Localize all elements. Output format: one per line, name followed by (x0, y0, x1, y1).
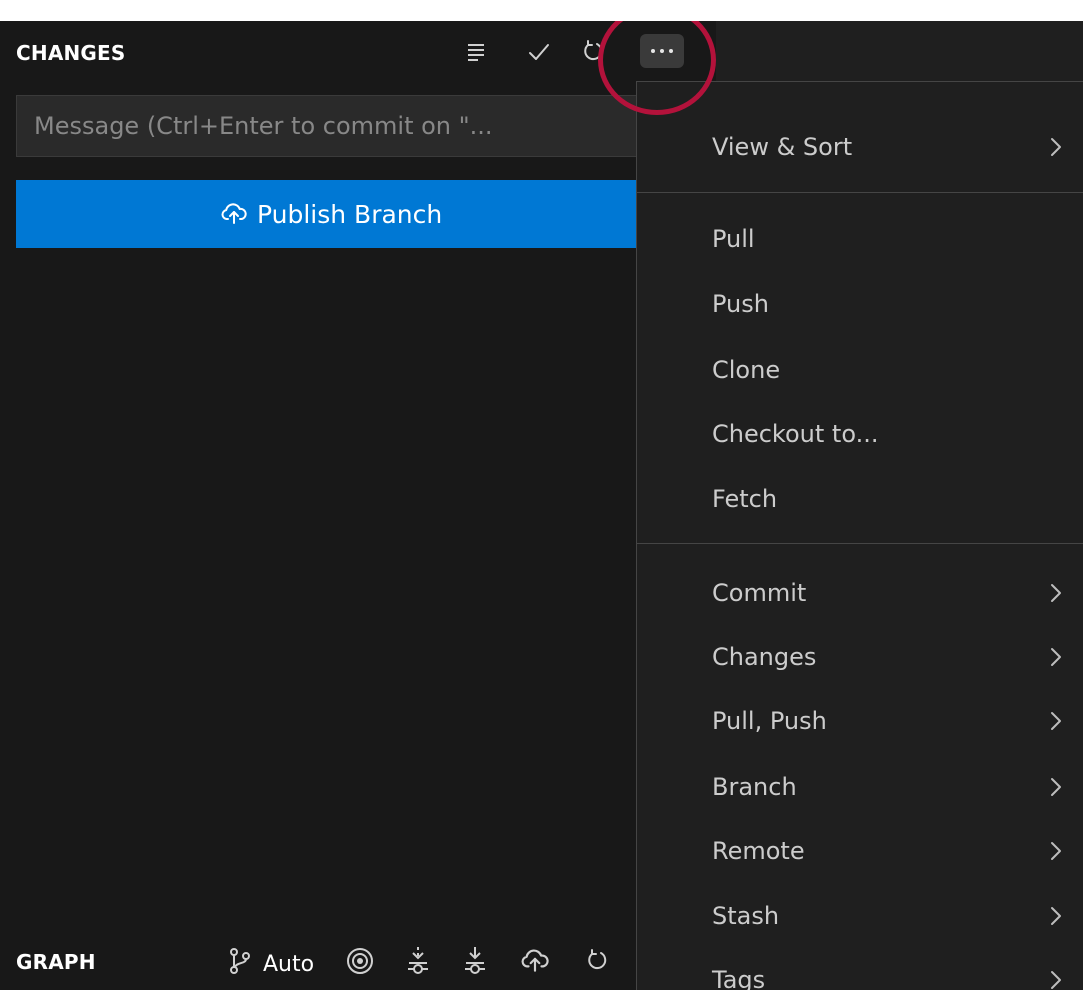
publish-branch-button[interactable]: Publish Branch (16, 180, 716, 248)
publish-branch-label: Publish Branch (257, 199, 443, 229)
chevron-right-icon (1047, 579, 1065, 607)
menu-item-fetch[interactable]: Fetch (637, 469, 1083, 529)
fetch-icon[interactable] (455, 941, 495, 981)
menu-item-changes[interactable]: Changes (637, 627, 1083, 687)
chevron-right-icon (1047, 902, 1065, 930)
branch-mode-label[interactable]: Auto (263, 952, 314, 977)
menu-item-clone[interactable]: Clone (637, 340, 1083, 400)
chevron-right-icon (1047, 643, 1065, 671)
menu-item-stash[interactable]: Stash (637, 886, 1083, 946)
menu-item-checkout[interactable]: Checkout to... (637, 404, 1083, 464)
git-actions-menu: View & Sort Pull Push Clone Checkout to.… (636, 81, 1083, 990)
chevron-right-icon (1047, 133, 1065, 161)
graph-section-header: GRAPH Auto (0, 933, 716, 990)
chevron-right-icon (1047, 773, 1065, 801)
menu-item-remote[interactable]: Remote (637, 821, 1083, 881)
commit-message-input[interactable] (16, 95, 716, 157)
menu-item-push[interactable]: Push (637, 274, 1083, 334)
pull-icon[interactable] (398, 941, 438, 981)
check-icon[interactable] (521, 34, 557, 70)
menu-separator (637, 543, 1083, 544)
menu-item-view-sort[interactable]: View & Sort (637, 117, 1083, 177)
more-actions-button[interactable] (640, 34, 684, 68)
chevron-right-icon (1047, 837, 1065, 865)
menu-separator (637, 192, 1083, 193)
source-control-window: CHANGES Message (Ctrl+Enter to commit on… (0, 21, 1083, 990)
menu-item-tags[interactable]: Tags (637, 950, 1083, 990)
refresh-icon[interactable] (577, 941, 617, 981)
refresh-icon[interactable] (575, 34, 611, 70)
changes-header: CHANGES (0, 21, 716, 81)
cloud-upload-icon (221, 203, 247, 225)
list-lines-icon[interactable] (458, 34, 494, 70)
changes-section-title: CHANGES (16, 41, 126, 65)
target-icon[interactable] (340, 941, 380, 981)
source-control-panel: CHANGES Message (Ctrl+Enter to commit on… (0, 21, 716, 990)
more-horizontal-icon (651, 49, 673, 53)
menu-item-commit[interactable]: Commit (637, 563, 1083, 623)
chevron-right-icon (1047, 966, 1065, 990)
git-branch-icon[interactable] (220, 941, 260, 981)
menu-item-branch[interactable]: Branch (637, 757, 1083, 817)
cloud-upload-icon[interactable] (515, 941, 555, 981)
menu-item-pull[interactable]: Pull (637, 209, 1083, 269)
chevron-right-icon (1047, 707, 1065, 735)
menu-item-pull-push[interactable]: Pull, Push (637, 691, 1083, 751)
graph-section-title: GRAPH (16, 950, 96, 974)
